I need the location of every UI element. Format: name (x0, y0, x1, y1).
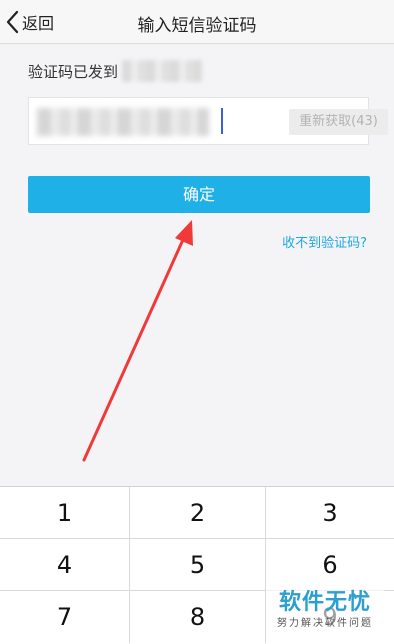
key-5[interactable]: 5 (130, 539, 266, 591)
key-8[interactable]: 8 (130, 591, 266, 643)
watermark-title: 软件无忧 (278, 590, 371, 615)
page-title: 输入短信验证码 (137, 16, 257, 36)
key-4[interactable]: 4 (0, 539, 130, 591)
no-code-help-link[interactable]: 收不到验证码? (282, 232, 367, 251)
watermark-subtitle: 努力解决软件问题 (277, 618, 373, 629)
text-caret (221, 108, 223, 134)
key-1[interactable]: 1 (0, 487, 130, 539)
navigation-bar: 返回 输入短信验证码 (0, 0, 394, 44)
blurred-phone-number (122, 60, 203, 82)
sent-to-label: 验证码已发到 (28, 62, 119, 81)
key-3[interactable]: 3 (266, 487, 394, 539)
verification-code-input[interactable] (219, 106, 287, 136)
watermark-logo: 软件无忧 努力解决软件问题 (266, 584, 384, 640)
confirm-button[interactable]: 确定 (28, 176, 370, 213)
key-2[interactable]: 2 (130, 487, 266, 539)
verification-input-box: 重新获取(43) (28, 97, 388, 145)
key-7[interactable]: 7 (0, 591, 130, 643)
sent-to-line: 验证码已发到 (28, 60, 203, 82)
resend-code-button[interactable]: 重新获取(43) (289, 109, 388, 135)
blurred-phone-field (37, 108, 209, 136)
